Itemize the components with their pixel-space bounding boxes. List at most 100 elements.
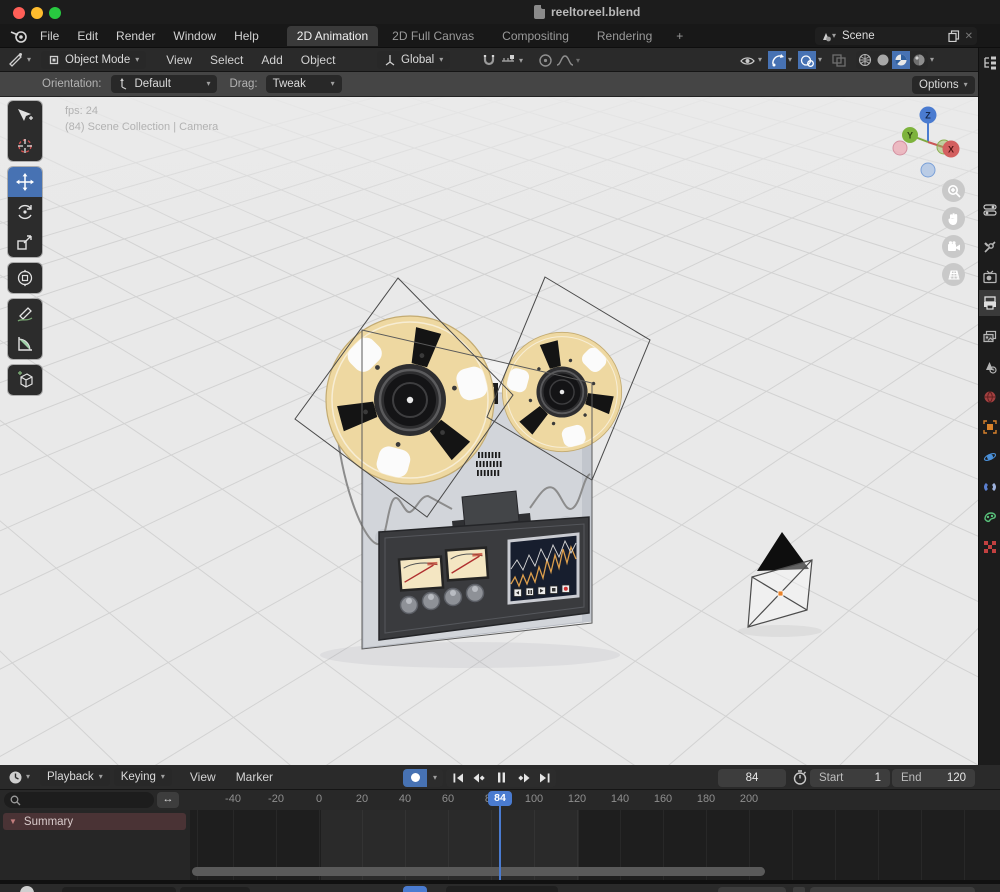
menu-add[interactable]: Add <box>259 53 284 67</box>
falloff-curve-icon[interactable] <box>556 54 574 67</box>
jump-to-end-button[interactable] <box>534 769 554 787</box>
menu-help[interactable]: Help <box>232 29 261 43</box>
jump-to-start-button[interactable] <box>448 769 468 787</box>
snap-settings-icon[interactable] <box>501 54 516 67</box>
drag-dropdown[interactable]: Tweak ▾ <box>265 75 342 93</box>
shading-material-button[interactable] <box>892 51 911 69</box>
xray-toggle[interactable] <box>830 51 848 69</box>
right-reel[interactable] <box>501 331 623 453</box>
mode-dropdown[interactable]: Object Mode ▾ <box>41 50 147 69</box>
timeline-menu-marker[interactable]: Marker <box>234 770 275 784</box>
scene-name[interactable]: Scene <box>842 30 948 42</box>
tab-2d-full-canvas[interactable]: 2D Full Canvas <box>382 26 484 46</box>
start-frame-field[interactable]: Start 1 <box>810 768 890 787</box>
tool-cursor[interactable] <box>8 131 42 161</box>
minimize-window-button[interactable] <box>31 7 43 19</box>
constraints-properties-tab[interactable] <box>983 480 997 494</box>
expand-triangle-icon[interactable]: ▼ <box>9 817 17 826</box>
channel-summary-row[interactable]: ▼ Summary <box>3 813 186 830</box>
playhead-frame-badge[interactable]: 84 <box>488 791 512 806</box>
menu-edit[interactable]: Edit <box>75 29 100 43</box>
zoom-view-button[interactable] <box>942 179 965 202</box>
outliner-editor-icon[interactable] <box>983 56 997 70</box>
tool-tweak[interactable] <box>8 101 42 131</box>
tool-move[interactable] <box>8 167 42 197</box>
menu-render[interactable]: Render <box>114 29 157 43</box>
filter-range-button[interactable]: ↔ <box>157 792 179 808</box>
tool-measure[interactable] <box>8 329 42 359</box>
tab-2d-animation[interactable]: 2D Animation <box>286 25 379 46</box>
pan-view-button[interactable] <box>942 207 965 230</box>
menu-view[interactable]: View <box>164 53 194 67</box>
shading-chevron[interactable]: ▾ <box>930 56 934 64</box>
snap-chevron[interactable]: ▾ <box>519 57 523 65</box>
tool-annotate[interactable] <box>8 299 42 329</box>
falloff-chevron[interactable]: ▾ <box>576 57 580 65</box>
use-preview-range-icon[interactable] <box>793 770 807 785</box>
auto-keying-chevron[interactable]: ▾ <box>427 768 443 787</box>
menu-select[interactable]: Select <box>208 53 245 67</box>
reel-to-reel-illustration[interactable] <box>325 315 623 649</box>
texture-properties-tab[interactable] <box>983 540 997 554</box>
add-workspace-button[interactable]: + <box>666 26 693 46</box>
tool-transform[interactable] <box>8 263 42 293</box>
output-properties-tab[interactable] <box>983 296 997 310</box>
view-layer-properties-tab[interactable] <box>983 330 997 344</box>
gizmo-chevron[interactable]: ▾ <box>788 56 792 64</box>
tab-compositing[interactable]: Compositing <box>492 26 579 46</box>
tool-rotate[interactable] <box>8 197 42 227</box>
orthographic-toggle-button[interactable] <box>942 263 965 286</box>
tab-rendering[interactable]: Rendering <box>587 26 662 46</box>
scene-selector[interactable]: ▾ Scene ✕ <box>815 27 977 45</box>
axis-neg-z[interactable] <box>920 162 936 178</box>
scene-browse-chevron[interactable]: ▾ <box>832 32 836 40</box>
world-properties-tab[interactable] <box>983 390 997 404</box>
visibility-chevron[interactable]: ▾ <box>758 56 762 64</box>
timeline-editor-type-button[interactable]: ▾ <box>8 770 30 785</box>
jump-prev-keyframe-button[interactable] <box>468 769 488 787</box>
scene-properties-tab[interactable] <box>983 360 997 374</box>
menu-window[interactable]: Window <box>171 29 218 43</box>
shading-rendered-button[interactable] <box>910 51 929 69</box>
tool-add-primitive[interactable] <box>8 365 42 395</box>
menu-file[interactable]: File <box>38 29 61 43</box>
zoom-window-button[interactable] <box>49 7 61 19</box>
keyframe-area[interactable] <box>190 810 1000 880</box>
current-frame-field[interactable]: 84 <box>718 768 786 787</box>
channel-search-input[interactable] <box>4 792 154 808</box>
tool-scale[interactable] <box>8 227 42 257</box>
object-data-properties-tab[interactable] <box>983 510 997 524</box>
menu-object[interactable]: Object <box>299 53 338 67</box>
keying-dropdown[interactable]: Keying ▾ <box>113 768 172 786</box>
camera-object[interactable] <box>738 532 822 637</box>
show-overlays-toggle[interactable] <box>798 51 817 69</box>
object-properties-tab[interactable] <box>983 420 997 434</box>
render-properties-tab[interactable] <box>983 270 997 284</box>
editor-type-button[interactable]: ▾ <box>8 52 31 67</box>
proportional-editing-icon[interactable] <box>538 53 553 68</box>
snap-magnet-icon[interactable] <box>482 54 496 67</box>
options-dropdown[interactable]: Options ▾ <box>912 75 975 94</box>
overlays-chevron[interactable]: ▾ <box>818 56 822 64</box>
jump-next-keyframe-button[interactable] <box>514 769 534 787</box>
tool-properties-tab[interactable] <box>983 240 997 254</box>
show-gizmo-toggle[interactable] <box>768 51 787 69</box>
physics-properties-tab[interactable] <box>983 450 997 464</box>
pause-button[interactable] <box>488 769 514 787</box>
unlink-scene-icon[interactable]: ✕ <box>965 31 973 42</box>
auto-keying-toggle[interactable] <box>403 768 427 787</box>
timeline-horizontal-scrollbar[interactable] <box>192 867 765 876</box>
end-frame-field[interactable]: End 120 <box>892 768 975 787</box>
orientation-setting-dropdown[interactable]: Default ▾ <box>111 75 218 93</box>
shading-solid-button[interactable] <box>874 51 893 69</box>
navigation-gizmo[interactable]: Z Y X <box>888 102 968 182</box>
shading-wireframe-button[interactable] <box>856 51 875 69</box>
transform-orientation-dropdown[interactable]: Global ▾ <box>377 51 451 69</box>
close-window-button[interactable] <box>13 7 25 19</box>
axis-neg-x[interactable] <box>892 140 908 156</box>
properties-editor-icon[interactable] <box>983 203 997 217</box>
new-scene-icon[interactable] <box>948 30 960 42</box>
timeline-menu-view[interactable]: View <box>188 770 218 784</box>
object-visibility-icon[interactable] <box>738 51 756 69</box>
playback-dropdown[interactable]: Playback ▾ <box>40 768 110 786</box>
